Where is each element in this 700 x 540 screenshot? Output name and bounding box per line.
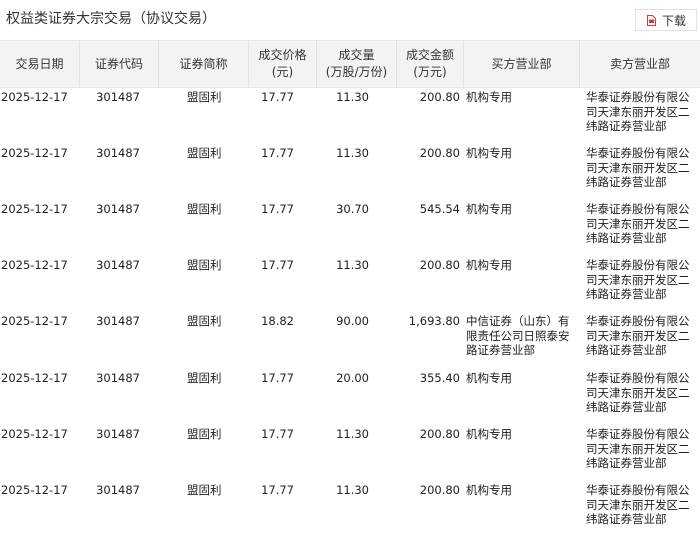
cell-security-code: 301487 [96, 483, 140, 497]
table-row: 2025-12-17 301487 盟固利 17.77 11.30 200.80 机构专用 华… [0, 146, 700, 202]
cell-price: 17.77 [261, 146, 294, 160]
block-trade-page: 权益类证券大宗交易（协议交易） 下载 交易日期 证券代码 证券简称 成交价格 (元) 成… [0, 0, 700, 540]
cell-amount: 200.80 [419, 146, 460, 160]
cell-security-name: 盟固利 [187, 90, 222, 104]
cell-trade-date: 2025-12-17 [1, 483, 68, 497]
cell-trade-date: 2025-12-17 [1, 146, 68, 160]
cell-security-name: 盟固利 [187, 202, 222, 216]
cell-trade-date: 2025-12-17 [1, 427, 68, 441]
cell-seller-branch: 华泰证券股份有限公司天津东丽开发区二纬路证券营业部 [586, 427, 690, 470]
cell-volume: 11.30 [336, 427, 369, 441]
cell-price: 17.77 [261, 90, 294, 104]
cell-amount: 1,693.80 [408, 314, 460, 328]
cell-price: 17.77 [261, 202, 294, 216]
cell-buyer-branch: 机构专用 [466, 202, 512, 216]
cell-seller-branch: 华泰证券股份有限公司天津东丽开发区二纬路证券营业部 [586, 483, 690, 526]
cell-security-name: 盟固利 [187, 371, 222, 385]
cell-trade-date: 2025-12-17 [1, 202, 68, 216]
cell-price: 18.82 [261, 314, 294, 328]
cell-buyer-branch: 机构专用 [466, 258, 512, 272]
col-header-amount: 成交金额 (万元) [397, 41, 464, 87]
cell-security-code: 301487 [96, 258, 140, 272]
table-row: 2025-12-17 301487 盟固利 18.82 90.00 1,693.80 中信证… [0, 314, 700, 370]
cell-buyer-branch: 机构专用 [466, 427, 512, 441]
cell-amount: 545.54 [419, 202, 460, 216]
cell-security-name: 盟固利 [187, 483, 222, 497]
cell-security-name: 盟固利 [187, 314, 222, 328]
cell-volume: 11.30 [336, 258, 369, 272]
cell-buyer-branch: 中信证券（山东）有限责任公司日照泰安路证券营业部 [466, 314, 570, 357]
cell-amount: 200.80 [419, 483, 460, 497]
title-bar: 权益类证券大宗交易（协议交易） 下载 [0, 0, 700, 38]
cell-price: 17.77 [261, 483, 294, 497]
cell-buyer-branch: 机构专用 [466, 371, 512, 385]
cell-seller-branch: 华泰证券股份有限公司天津东丽开发区二纬路证券营业部 [586, 314, 690, 357]
cell-security-code: 301487 [96, 146, 140, 160]
table-row: 2025-12-17 301487 盟固利 17.77 11.30 200.80 机构专用 华… [0, 258, 700, 314]
cell-buyer-branch: 机构专用 [466, 90, 512, 104]
cell-seller-branch: 华泰证券股份有限公司天津东丽开发区二纬路证券营业部 [586, 371, 690, 414]
cell-security-code: 301487 [96, 427, 140, 441]
cell-buyer-branch: 机构专用 [466, 146, 512, 160]
cell-amount: 200.80 [419, 258, 460, 272]
col-header-security-name: 证券简称 [159, 41, 249, 87]
download-file-icon [646, 14, 656, 26]
cell-amount: 200.80 [419, 90, 460, 104]
download-label: 下载 [661, 13, 686, 28]
cell-price: 17.77 [261, 258, 294, 272]
cell-security-code: 301487 [96, 90, 140, 104]
cell-security-name: 盟固利 [187, 146, 222, 160]
download-button[interactable]: 下载 [635, 9, 697, 31]
cell-price: 17.77 [261, 427, 294, 441]
col-header-security-code: 证券代码 [80, 41, 159, 87]
cell-security-name: 盟固利 [187, 427, 222, 441]
table-row: 2025-12-17 301487 盟固利 17.77 11.30 200.80 机构专用 华… [0, 427, 700, 483]
page-title: 权益类证券大宗交易（协议交易） [6, 11, 216, 27]
table-row: 2025-12-17 301487 盟固利 17.77 20.00 355.40 机构专用 华… [0, 371, 700, 427]
col-header-buyer-branch: 买方营业部 [464, 41, 580, 87]
table-row: 2025-12-17 301487 盟固利 17.77 30.70 545.54 机构专用 华… [0, 202, 700, 258]
cell-seller-branch: 华泰证券股份有限公司天津东丽开发区二纬路证券营业部 [586, 90, 690, 133]
table-row: 2025-12-17 301487 盟固利 17.77 11.30 200.80 机构专用 华… [0, 483, 700, 539]
cell-amount: 200.80 [419, 427, 460, 441]
cell-security-code: 301487 [96, 314, 140, 328]
cell-volume: 11.30 [336, 146, 369, 160]
col-header-trade-date: 交易日期 [0, 41, 80, 87]
table-row: 2025-12-17 301487 盟固利 17.77 11.30 200.80 机构专用 华… [0, 90, 700, 146]
cell-volume: 90.00 [336, 314, 369, 328]
cell-trade-date: 2025-12-17 [1, 371, 68, 385]
cell-security-code: 301487 [96, 371, 140, 385]
col-header-seller-branch: 卖方营业部 [609, 56, 670, 71]
cell-security-name: 盟固利 [187, 258, 222, 272]
cell-volume: 20.00 [336, 371, 369, 385]
col-header-price: 成交价格 (元) [249, 41, 317, 87]
col-header-volume: 成交量 (万股/万份) [317, 41, 397, 87]
cell-seller-branch: 华泰证券股份有限公司天津东丽开发区二纬路证券营业部 [586, 258, 690, 301]
cell-volume: 11.30 [336, 90, 369, 104]
cell-trade-date: 2025-12-17 [1, 90, 68, 104]
cell-amount: 355.40 [419, 371, 460, 385]
cell-trade-date: 2025-12-17 [1, 258, 68, 272]
cell-volume: 30.70 [336, 202, 369, 216]
cell-trade-date: 2025-12-17 [1, 314, 68, 328]
cell-price: 17.77 [261, 371, 294, 385]
cell-seller-branch: 华泰证券股份有限公司天津东丽开发区二纬路证券营业部 [586, 146, 690, 189]
cell-security-code: 301487 [96, 202, 140, 216]
cell-buyer-branch: 机构专用 [466, 483, 512, 497]
cell-seller-branch: 华泰证券股份有限公司天津东丽开发区二纬路证券营业部 [586, 202, 690, 245]
table-header: 交易日期 证券代码 证券简称 成交价格 (元) 成交量 (万股/万份) 成交金额 (万元)… [0, 40, 700, 88]
cell-volume: 11.30 [336, 483, 369, 497]
